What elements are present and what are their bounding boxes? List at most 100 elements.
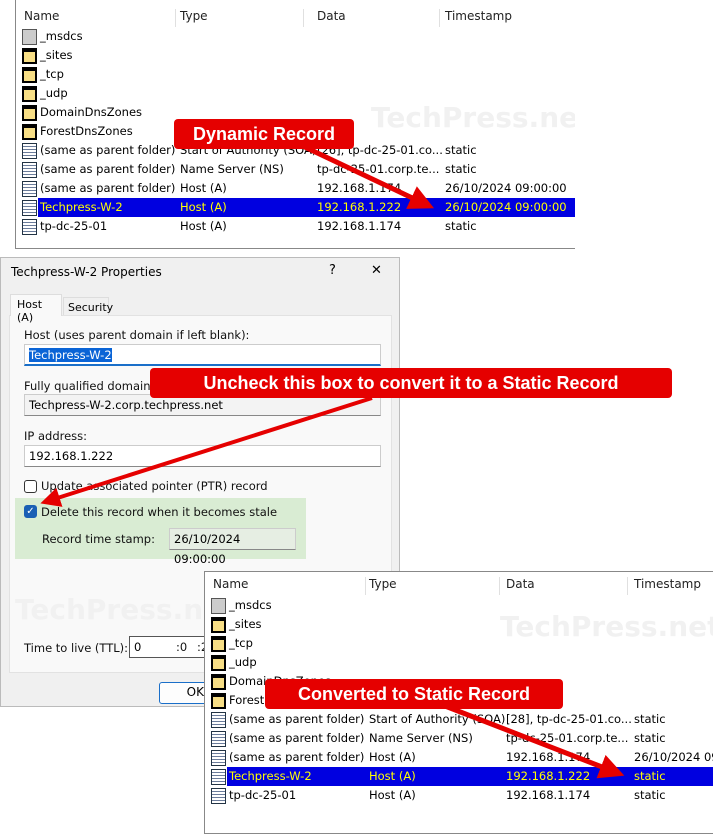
ptr-checkbox[interactable] — [24, 480, 37, 493]
cell-data: 192.168.1.174 — [317, 219, 402, 233]
cell-name: _msdcs — [40, 29, 83, 43]
cell-name: tp-dc-25-01 — [40, 219, 108, 233]
table-row[interactable]: _tcp — [16, 65, 575, 84]
record-icon — [211, 712, 226, 728]
tab-security[interactable]: Security — [63, 297, 113, 316]
cell-name: ForestDnsZones — [40, 124, 133, 138]
table-row[interactable]: _sites — [16, 46, 575, 65]
cell-timestamp: 26/10/2024 09:00:00 — [445, 200, 567, 214]
folder-icon — [22, 124, 37, 140]
col-name[interactable]: Name — [24, 9, 59, 23]
cell-type: Name Server (NS) — [369, 731, 473, 745]
zone-icon — [22, 29, 37, 45]
cell-timestamp: static — [445, 143, 477, 157]
folder-icon — [211, 617, 226, 633]
cell-timestamp: static — [445, 219, 477, 233]
cell-timestamp: static — [634, 788, 666, 802]
stale-label: Delete this record when it becomes stale — [41, 505, 278, 519]
cell-data: [28], tp-dc-25-01.co... — [506, 712, 632, 726]
watermark: TechPress.net — [15, 593, 236, 626]
table-row[interactable]: Techpress-W-2 Host (A) 192.168.1.222 26/10/… — [16, 198, 575, 217]
callout-dynamic: Dynamic Record — [174, 119, 354, 149]
cell-name: _tcp — [40, 67, 64, 81]
table-row[interactable]: (same as parent folder) Host (A) 192.168.1… — [16, 179, 575, 198]
cell-timestamp: static — [634, 731, 666, 745]
cell-name: _msdcs — [229, 598, 272, 612]
table-row[interactable]: Techpress-W-2 Host (A) 192.168.1.222 static — [205, 767, 713, 786]
record-icon — [211, 769, 226, 785]
close-icon[interactable]: ✕ — [371, 263, 382, 278]
table-row[interactable]: _msdcs — [16, 27, 575, 46]
cell-data: tp-dc-25-01.corp.te... — [506, 731, 629, 745]
table-row[interactable]: _udp — [16, 84, 575, 103]
cell-name: (same as parent folder) — [40, 162, 176, 176]
cell-type: Host (A) — [180, 200, 227, 214]
record-icon — [22, 181, 37, 197]
host-input[interactable]: Techpress-W-2 — [24, 344, 381, 366]
cell-type: Host (A) — [369, 788, 416, 802]
cell-type: Host (A) — [369, 769, 416, 783]
record-icon — [22, 219, 37, 235]
col-type[interactable]: Type — [369, 577, 397, 591]
help-button[interactable]: ? — [329, 263, 336, 278]
ttl-label: Time to live (TTL): — [24, 641, 129, 655]
folder-icon — [22, 48, 37, 64]
cell-type: Host (A) — [369, 750, 416, 764]
table-row[interactable]: (same as parent folder) Name Server (NS) t… — [205, 729, 713, 748]
folder-icon — [22, 86, 37, 102]
cell-type: Name Server (NS) — [180, 162, 284, 176]
table-row[interactable]: (same as parent folder) Start of Authorit… — [205, 710, 713, 729]
cell-name: (same as parent folder) — [229, 731, 365, 745]
cell-name: Techpress-W-2 — [40, 200, 123, 214]
cell-timestamp: static — [634, 769, 666, 783]
record-icon — [22, 162, 37, 178]
cell-data: 192.168.1.174 — [506, 750, 591, 764]
cell-timestamp: 26/10/2024 09:00:00 — [445, 181, 567, 195]
cell-name: (same as parent folder) — [40, 143, 176, 157]
folder-icon — [211, 693, 226, 709]
cell-name: _udp — [40, 86, 68, 100]
table-row[interactable]: (same as parent folder) Host (A) 192.168.1… — [205, 748, 713, 767]
cell-name: (same as parent folder) — [229, 750, 365, 764]
table-row[interactable]: tp-dc-25-01 Host (A) 192.168.1.174 static — [205, 786, 713, 805]
folder-icon — [22, 67, 37, 83]
host-label: Host (uses parent domain if left blank): — [24, 328, 250, 342]
stale-checkbox[interactable]: ✓ — [24, 505, 37, 518]
cell-type: Start of Authority (SOA) — [369, 712, 506, 726]
ttl-hours[interactable]: :0 — [176, 640, 187, 654]
cell-name: (same as parent folder) — [229, 712, 365, 726]
record-icon — [22, 143, 37, 159]
col-timestamp[interactable]: Timestamp — [445, 9, 512, 23]
timestamp-label: Record time stamp: — [42, 532, 155, 546]
list-header: Name Type Data Timestamp — [205, 573, 713, 597]
cell-timestamp: static — [634, 712, 666, 726]
col-data[interactable]: Data — [506, 577, 535, 591]
table-row[interactable]: _sites — [205, 615, 713, 634]
callout-converted: Converted to Static Record — [265, 679, 563, 709]
cell-data: 192.168.1.222 — [506, 769, 591, 783]
cell-data: 192.168.1.174 — [506, 788, 591, 802]
cell-name: _sites — [229, 617, 262, 631]
col-timestamp[interactable]: Timestamp — [634, 577, 701, 591]
table-row[interactable]: tp-dc-25-01 Host (A) 192.168.1.174 static — [16, 217, 575, 236]
folder-icon — [22, 105, 37, 121]
table-row[interactable]: (same as parent folder) Name Server (NS) t… — [16, 160, 575, 179]
table-row[interactable]: _tcp — [205, 634, 713, 653]
folder-icon — [211, 674, 226, 690]
cell-name: _tcp — [229, 636, 253, 650]
tab-host-a[interactable]: Host (A) — [10, 294, 62, 324]
cell-name: DomainDnsZones — [40, 105, 143, 119]
col-data[interactable]: Data — [317, 9, 346, 23]
cell-data: 192.168.1.222 — [317, 200, 402, 214]
folder-icon — [211, 655, 226, 671]
table-row[interactable]: _udp — [205, 653, 713, 672]
table-row[interactable]: _msdcs — [205, 596, 713, 615]
cell-timestamp: static — [445, 162, 477, 176]
callout-uncheck: Uncheck this box to convert it to a Stat… — [150, 368, 672, 398]
folder-icon — [211, 636, 226, 652]
cell-name: (same as parent folder) — [40, 181, 176, 195]
ip-input[interactable]: 192.168.1.222 — [24, 445, 381, 467]
col-name[interactable]: Name — [213, 577, 248, 591]
dialog-title: Techpress-W-2 Properties — [11, 265, 162, 279]
col-type[interactable]: Type — [180, 9, 208, 23]
